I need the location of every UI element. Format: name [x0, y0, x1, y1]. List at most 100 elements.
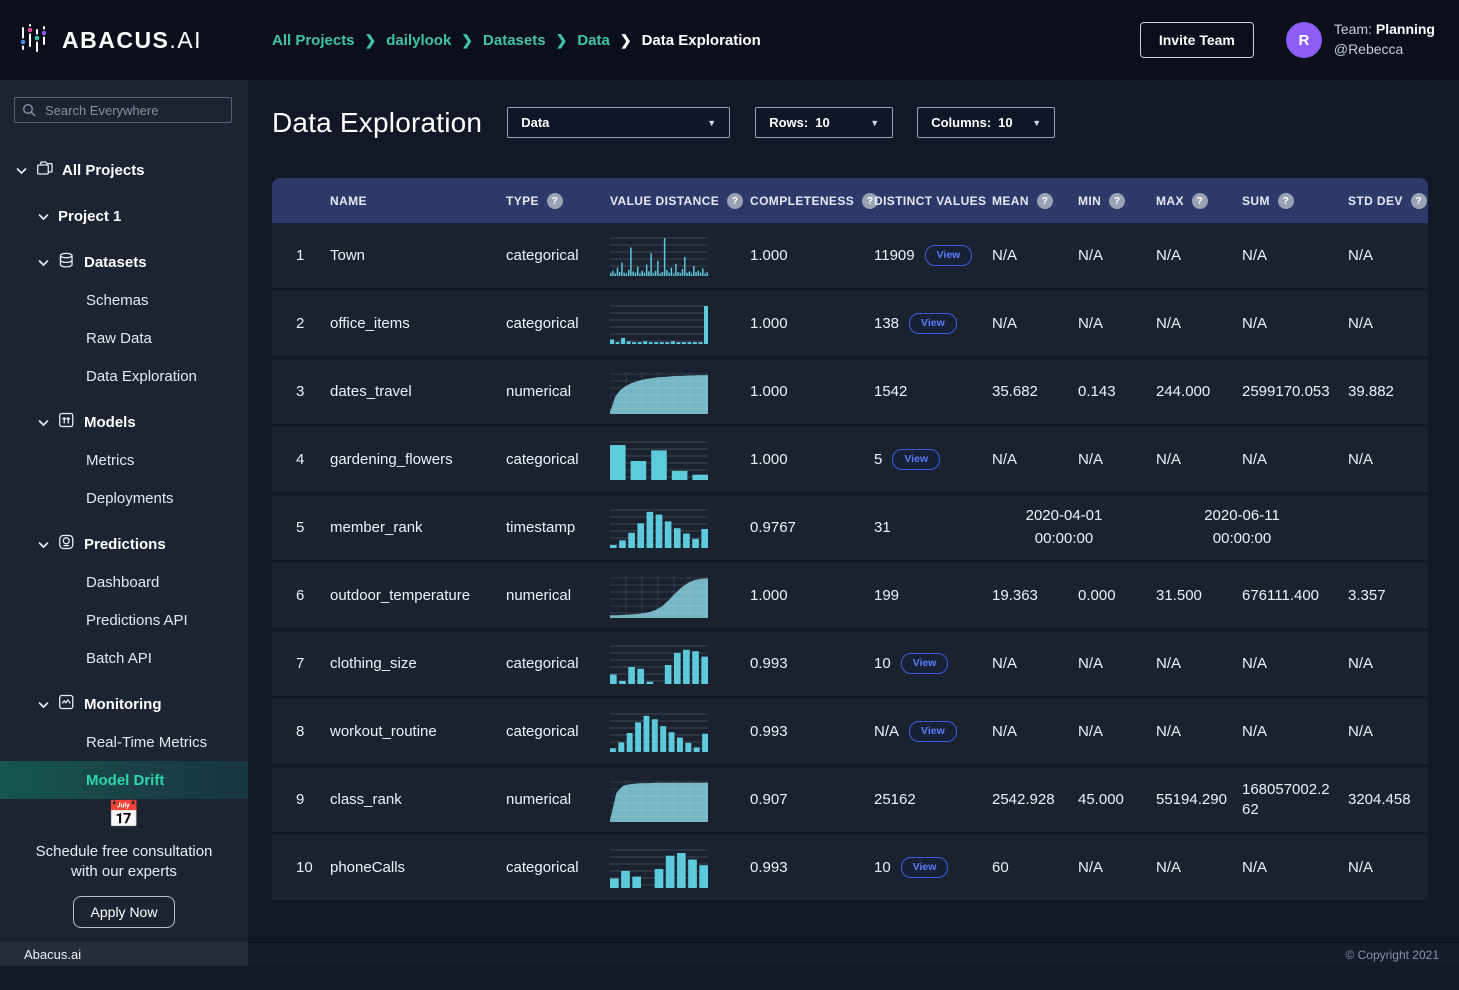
sidebar-item-label: All Projects: [62, 162, 145, 179]
header-label: VALUE DISTANCE: [610, 194, 719, 208]
timestamp-range-value: 2020-06-1100:00:00: [1146, 505, 1338, 550]
sum-value: N/A: [1232, 450, 1338, 470]
dataset-select[interactable]: Data▼: [507, 107, 730, 138]
completeness-value: 1.000: [740, 451, 864, 468]
view-button[interactable]: View: [925, 245, 973, 266]
sidebar-item-predictions[interactable]: Predictions: [0, 525, 248, 563]
chevron-down-icon[interactable]: [38, 414, 49, 431]
breadcrumb: All Projects❯dailylook❯Datasets❯Data❯Dat…: [272, 32, 761, 49]
max-value: 55194.290: [1146, 791, 1232, 808]
sidebar-item-batch-api[interactable]: Batch API: [0, 639, 248, 677]
header-label: SUM: [1242, 194, 1270, 208]
value-distribution-chart: [600, 438, 740, 482]
sidebar-item-raw-data[interactable]: Raw Data: [0, 319, 248, 357]
distinct-count: 31: [874, 519, 891, 536]
help-icon[interactable]: ?: [1278, 193, 1294, 209]
min-value: N/A: [1068, 655, 1146, 672]
min-value: N/A: [1068, 723, 1146, 740]
feature-type: categorical: [496, 247, 600, 264]
sidebar-item-deployments[interactable]: Deployments: [0, 479, 248, 517]
table-row: 7clothing_sizecategorical0.99310ViewN/AN…: [272, 631, 1428, 696]
distinct-count: 1542: [874, 383, 907, 400]
breadcrumb-item: Data Exploration: [642, 32, 761, 49]
header-label: NAME: [330, 194, 367, 208]
user-handle: @Rebecca: [1334, 40, 1435, 60]
sidebar-nav: All Projects Project 1 Datasets Schemas Raw …: [0, 143, 248, 799]
breadcrumb-item[interactable]: Data: [577, 32, 610, 49]
help-icon[interactable]: ?: [547, 193, 563, 209]
sum-value: N/A: [1232, 654, 1338, 674]
header-cell-completeness: COMPLETENESS?: [740, 193, 864, 209]
sidebar-item-label: Schemas: [86, 292, 149, 309]
sidebar-item-data-exploration[interactable]: Data Exploration: [0, 357, 248, 395]
breadcrumb-item[interactable]: All Projects: [272, 32, 355, 49]
sidebar-item-models[interactable]: Models: [0, 403, 248, 441]
help-icon[interactable]: ?: [1109, 193, 1125, 209]
help-icon[interactable]: ?: [1192, 193, 1208, 209]
view-button[interactable]: View: [892, 449, 940, 470]
sidebar-item-label: Model Drift: [86, 772, 164, 789]
table-row: 5member_ranktimestamp0.9767312020-04-010…: [272, 495, 1428, 560]
help-icon[interactable]: ?: [1411, 193, 1427, 209]
breadcrumb-item[interactable]: Datasets: [483, 32, 546, 49]
sidebar-item-metrics[interactable]: Metrics: [0, 441, 248, 479]
std-dev-value: N/A: [1338, 247, 1428, 264]
breadcrumb-separator: ❯: [620, 32, 632, 49]
feature-name: workout_routine: [320, 723, 496, 740]
header-label: MEAN: [992, 194, 1029, 208]
timestamp-range-value: 2020-04-0100:00:00: [982, 505, 1146, 550]
breadcrumb-separator: ❯: [365, 32, 377, 49]
sidebar-item-schemas[interactable]: Schemas: [0, 281, 248, 319]
avatar[interactable]: R: [1286, 22, 1322, 58]
search-input[interactable]: [14, 97, 232, 123]
row-index: 4: [272, 451, 320, 468]
chevron-down-icon[interactable]: [38, 536, 49, 553]
breadcrumb-item[interactable]: dailylook: [386, 32, 451, 49]
chevron-down-icon[interactable]: [38, 254, 49, 271]
sidebar-item-real-time-metrics[interactable]: Real-Time Metrics: [0, 723, 248, 761]
help-icon[interactable]: ?: [1037, 193, 1053, 209]
sidebar-item-all-projects[interactable]: All Projects: [0, 151, 248, 189]
std-dev-value: 39.882: [1338, 383, 1428, 400]
view-button[interactable]: View: [901, 857, 949, 878]
row-index: 3: [272, 383, 320, 400]
sidebar-item-label: Datasets: [84, 254, 147, 271]
value-distribution-chart: [600, 846, 740, 890]
rows-select[interactable]: Rows:10▼: [755, 107, 893, 138]
value-distribution-chart: [600, 234, 740, 278]
app-root: ABACUS.AI All Projects ❯ dailylook ❯ Dataset…: [0, 0, 1459, 990]
table-row: 2office_itemscategorical1.000138ViewN/AN…: [272, 291, 1428, 356]
sidebar-item-project-1[interactable]: Project 1: [0, 197, 248, 235]
sidebar-item-label: Models: [84, 414, 136, 431]
header-label: MAX: [1156, 194, 1184, 208]
std-dev-value: N/A: [1338, 315, 1428, 332]
footer-brand: Abacus.ai: [0, 942, 248, 966]
sidebar-item-monitoring[interactable]: Monitoring: [0, 685, 248, 723]
chevron-down-icon[interactable]: [16, 162, 27, 179]
abacus-logo-text: ABACUS.AI: [62, 27, 202, 54]
sidebar-item-dashboard[interactable]: Dashboard: [0, 563, 248, 601]
chevron-down-icon[interactable]: [38, 696, 49, 713]
view-button[interactable]: View: [909, 721, 957, 742]
completeness-value: 0.9767: [740, 519, 864, 536]
std-dev-value: N/A: [1338, 451, 1428, 468]
distinct-values: N/AView: [864, 721, 982, 742]
sidebar-item-predictions-api[interactable]: Predictions API: [0, 601, 248, 639]
abacus-logo[interactable]: ABACUS.AI: [16, 20, 272, 61]
chevron-down-icon[interactable]: [38, 208, 49, 225]
feature-name: gardening_flowers: [320, 451, 496, 468]
sidebar-item-label: Metrics: [86, 452, 134, 469]
columns-select[interactable]: Columns:10▼: [917, 107, 1055, 138]
feature-type: categorical: [496, 723, 600, 740]
header-cell-value-distance: VALUE DISTANCE?: [600, 193, 740, 209]
completeness-value: 0.993: [740, 655, 864, 672]
view-button[interactable]: View: [901, 653, 949, 674]
sidebar-item-model-drift[interactable]: Model Drift: [0, 761, 248, 799]
sum-value: N/A: [1232, 314, 1338, 334]
view-button[interactable]: View: [909, 313, 957, 334]
distinct-values: 31: [864, 519, 982, 536]
invite-team-button[interactable]: Invite Team: [1140, 22, 1254, 58]
sidebar-item-datasets[interactable]: Datasets: [0, 243, 248, 281]
max-value: N/A: [1146, 655, 1232, 672]
apply-now-button[interactable]: Apply Now: [73, 896, 176, 928]
